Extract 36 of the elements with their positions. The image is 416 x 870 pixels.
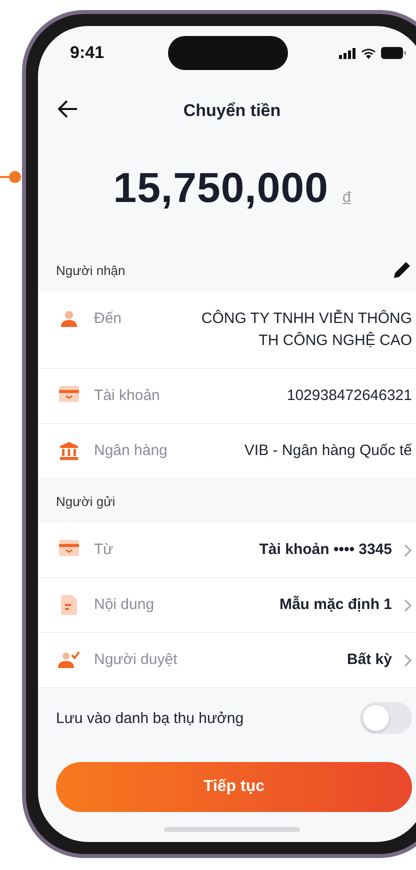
screen-title: Chuyển tiền: [183, 101, 281, 121]
battery-icon: [381, 47, 406, 59]
row-value: CÔNG TY TNHH VIỄN THÔNG TH CÔNG NGHỆ CAO: [200, 308, 412, 351]
currency-symbol: đ: [342, 189, 351, 206]
chevron-right-icon[interactable]: [404, 654, 412, 667]
pencil-icon[interactable]: [392, 260, 412, 280]
save-contact-label: Lưu vào danh bạ thụ hưởng: [56, 710, 244, 726]
signal-icon: [339, 48, 356, 58]
continue-button[interactable]: Tiếp tục: [56, 762, 412, 812]
row-value: Tài khoản •••• 3345: [258, 540, 392, 560]
person-icon: [59, 309, 79, 329]
row-value: Bất kỳ: [346, 650, 392, 670]
card-icon: [59, 540, 79, 556]
leader-line: [0, 170, 22, 184]
wifi-icon: [361, 48, 376, 58]
amount-value: 15,750,000: [113, 164, 328, 212]
section-title: Người gửi: [56, 494, 116, 508]
chevron-right-icon[interactable]: [404, 544, 412, 557]
toggle-switch[interactable]: [360, 702, 412, 734]
row-label: Người duyệt: [94, 650, 178, 670]
row-value: Mẫu mặc định 1: [278, 594, 392, 615]
row-label: Đến: [94, 309, 123, 329]
section-title: Người nhận: [56, 262, 126, 278]
row-label: Từ: [94, 540, 114, 560]
row-label: Nội dung: [94, 595, 156, 615]
chevron-right-icon[interactable]: [404, 599, 412, 612]
back-arrow-icon[interactable]: [58, 100, 78, 118]
document-icon: [61, 595, 77, 615]
row-label: Ngân hàng: [94, 441, 168, 461]
row-value: VIB - Ngân hàng Quốc tế: [243, 441, 412, 461]
card-icon: [59, 386, 79, 402]
person-check-icon: [57, 650, 81, 670]
row-label: Tài khoản: [94, 386, 161, 406]
row-value: 102938472646321: [286, 386, 412, 406]
status-time: 9:41: [70, 43, 104, 63]
bank-icon: [59, 441, 79, 461]
